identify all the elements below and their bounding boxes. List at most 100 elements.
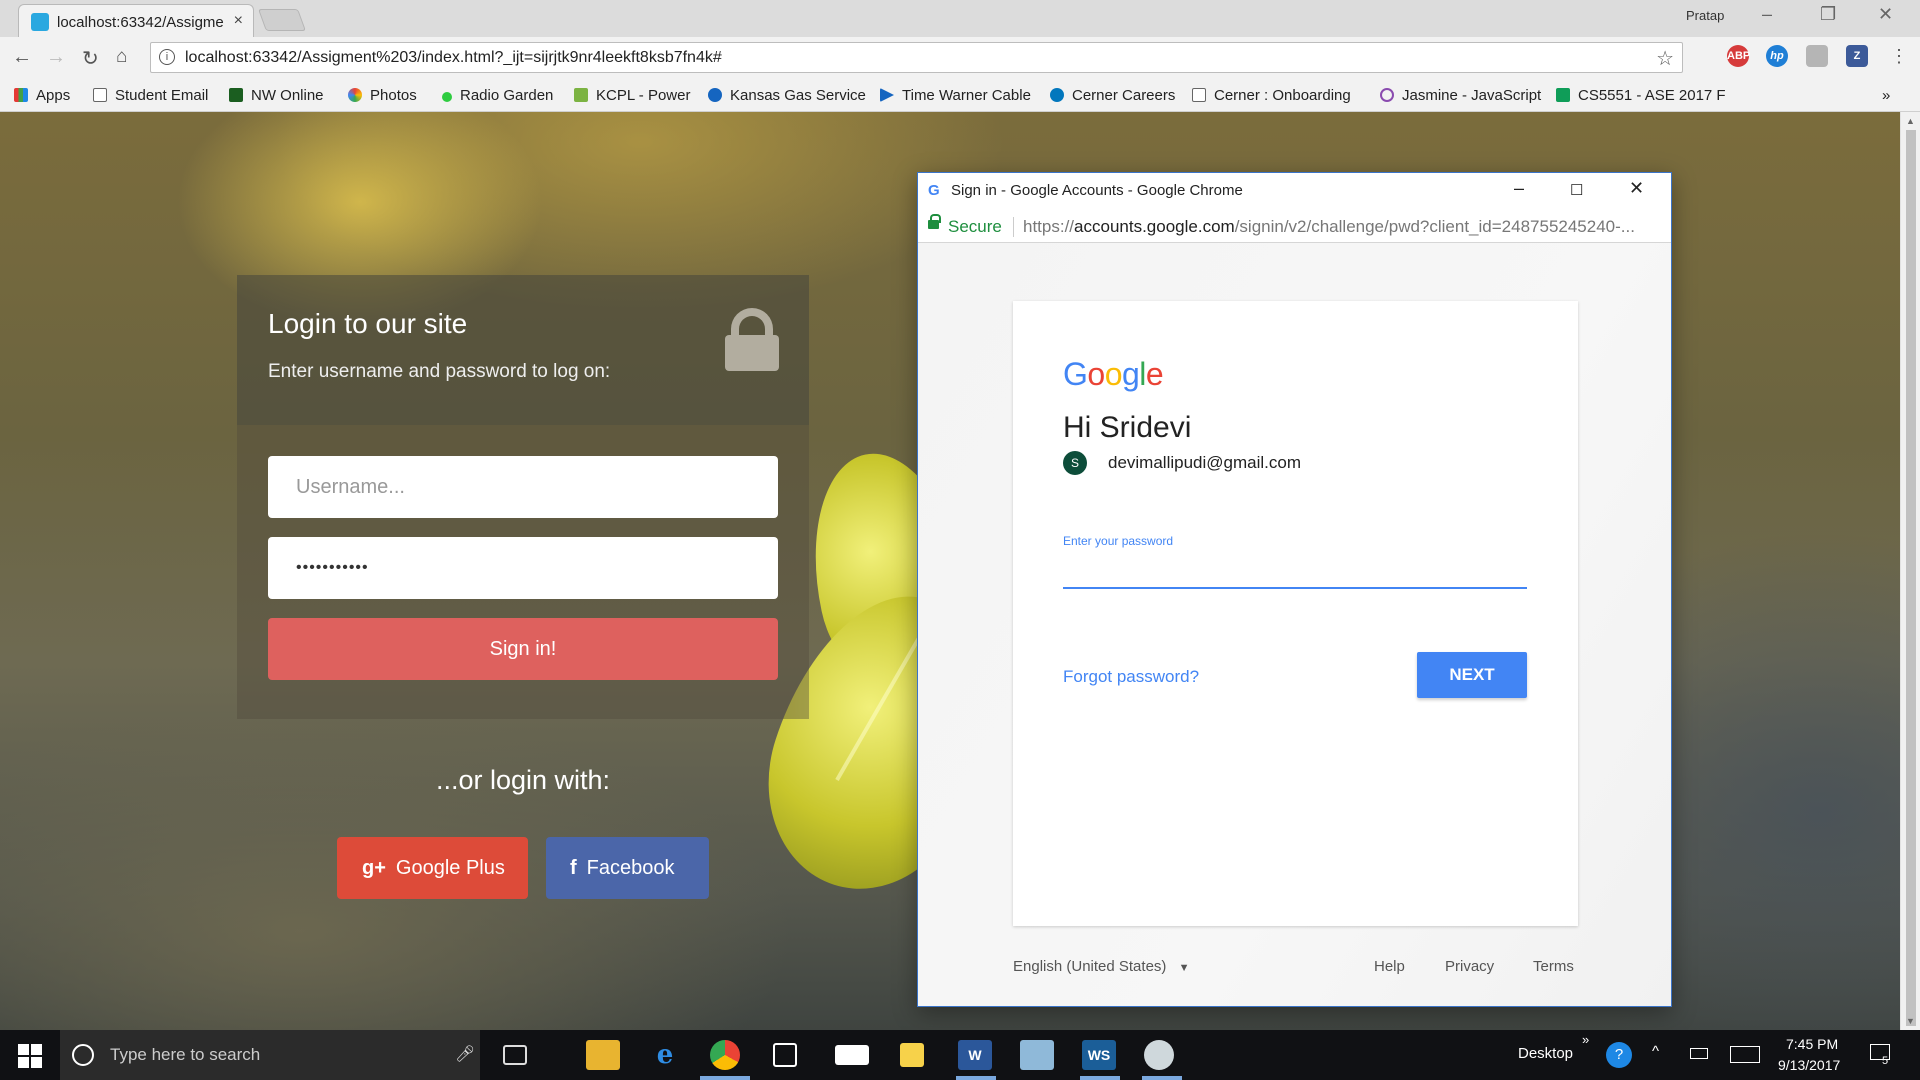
menu-icon[interactable]: ⋮: [1890, 46, 1908, 67]
mail-icon[interactable]: [835, 1045, 869, 1065]
toolbar-overflow-icon[interactable]: »: [1582, 1032, 1589, 1047]
account-email[interactable]: devimallipudi@gmail.com: [1108, 453, 1301, 473]
cortana-icon[interactable]: [72, 1044, 94, 1066]
microphone-icon[interactable]: 🎤︎: [455, 1044, 475, 1064]
help-link[interactable]: Help: [1374, 958, 1405, 975]
bookmark-radio-garden[interactable]: Radio Garden: [442, 87, 553, 104]
google-plus-icon: g+: [362, 857, 386, 879]
desktop-toolbar-label[interactable]: Desktop: [1518, 1045, 1573, 1062]
new-tab-button[interactable]: [257, 9, 307, 31]
clock-time[interactable]: 7:45 PM: [1786, 1036, 1838, 1052]
bookmark-label: CS5551 - ASE 2017 F: [1578, 87, 1726, 104]
privacy-link[interactable]: Privacy: [1445, 958, 1494, 975]
popup-url[interactable]: https://accounts.google.com/signin/v2/ch…: [1023, 217, 1663, 237]
sign-in-button[interactable]: Sign in!: [268, 618, 778, 680]
running-app-indicator: [1142, 1076, 1182, 1080]
page-scrollbar[interactable]: ▲ ▼: [1900, 112, 1920, 1030]
forward-icon[interactable]: →: [46, 46, 66, 69]
windows-start-icon[interactable]: [18, 1044, 42, 1068]
next-button[interactable]: NEXT: [1417, 652, 1527, 698]
popup-minimize-icon[interactable]: –: [1514, 178, 1524, 199]
tab-close-icon[interactable]: ×: [234, 12, 243, 30]
site-info-icon[interactable]: i: [159, 49, 175, 65]
login-title: Login to our site: [268, 308, 468, 339]
bookmark-label: Cerner : Onboarding: [1214, 87, 1351, 104]
bookmark-label: Photos: [370, 87, 417, 104]
profile-name[interactable]: Pratap: [1686, 8, 1724, 23]
chrome-icon[interactable]: [710, 1040, 740, 1070]
bookmark-time-warner[interactable]: Time Warner Cable: [880, 87, 1031, 104]
popup-titlebar: G Sign in - Google Accounts - Google Chr…: [918, 173, 1671, 209]
popup-close-icon[interactable]: ✕: [1629, 178, 1644, 199]
bookmark-cs5551[interactable]: CS5551 - ASE 2017 F: [1556, 87, 1726, 104]
zotero-icon[interactable]: Z: [1846, 45, 1868, 67]
cerner-icon: [1050, 88, 1064, 102]
address-url[interactable]: localhost:63342/Assigment%203/index.html…: [185, 49, 722, 67]
scroll-down-icon[interactable]: ▼: [1906, 1016, 1915, 1026]
restore-icon[interactable]: ❐: [1820, 4, 1836, 25]
clock-date[interactable]: 9/13/2017: [1778, 1057, 1840, 1073]
or-login-with-text: ...or login with:: [435, 765, 611, 795]
bookmark-label: NW Online: [251, 87, 324, 104]
scrollbar-thumb[interactable]: [1906, 130, 1916, 1026]
home-icon[interactable]: ⌂: [116, 46, 127, 68]
close-window-icon[interactable]: ✕: [1878, 4, 1893, 25]
google-password-field[interactable]: [1063, 559, 1527, 589]
edge-icon[interactable]: e: [648, 1040, 682, 1070]
bookmarks-bar: Apps Student Email NW Online Photos Radi…: [0, 79, 1920, 112]
show-hidden-icons[interactable]: ^: [1652, 1043, 1659, 1060]
bookmark-label: Radio Garden: [460, 87, 554, 104]
browser-tab[interactable]: localhost:63342/Assigme ×: [18, 4, 254, 37]
file-explorer-icon[interactable]: [586, 1040, 620, 1070]
forgot-password-link[interactable]: Forgot password?: [1063, 667, 1199, 687]
reload-icon[interactable]: ↻: [82, 46, 99, 71]
google-plus-button[interactable]: g+ Google Plus: [337, 837, 528, 899]
bookmark-nw-online[interactable]: NW Online: [229, 87, 324, 104]
hp-icon[interactable]: hp: [1766, 45, 1788, 67]
pdf-extension-icon[interactable]: [1806, 45, 1828, 67]
bookmarks-overflow-icon[interactable]: »: [1882, 87, 1890, 104]
bookmark-student-email[interactable]: Student Email: [93, 87, 208, 104]
webstorm-icon[interactable]: WS: [1082, 1040, 1116, 1070]
scroll-up-icon[interactable]: ▲: [1906, 116, 1915, 126]
app-icon[interactable]: [1020, 1040, 1054, 1070]
facebook-button[interactable]: f Facebook: [546, 837, 709, 899]
url-scheme: https://: [1023, 217, 1075, 236]
bookmark-apps[interactable]: Apps: [14, 87, 70, 104]
bookmark-label: Time Warner Cable: [902, 87, 1031, 104]
signin-card: Google Hi Sridevi S devimallipudi@gmail.…: [1013, 301, 1578, 926]
logo-letter: e: [1145, 356, 1164, 392]
bookmark-cerner-onboarding[interactable]: Cerner : Onboarding: [1192, 87, 1351, 104]
language-label: English (United States): [1013, 958, 1167, 975]
password-input[interactable]: •••••••••••: [268, 537, 778, 599]
bookmark-kansas-gas[interactable]: Kansas Gas Service: [708, 87, 866, 104]
username-input[interactable]: Username...: [268, 456, 778, 518]
back-icon[interactable]: ←: [12, 46, 32, 69]
windows-taskbar: Type here to search 🎤︎ e W WS Desktop » …: [0, 1030, 1920, 1080]
popup-maximize-icon[interactable]: ☐: [1570, 181, 1583, 199]
bookmark-star-icon[interactable]: ☆: [1656, 46, 1674, 71]
search-placeholder: Type here to search: [110, 1045, 261, 1064]
help-icon[interactable]: ?: [1606, 1042, 1632, 1068]
task-view-icon[interactable]: [503, 1045, 527, 1065]
adblock-icon[interactable]: ABP: [1727, 45, 1750, 67]
word-icon[interactable]: W: [958, 1040, 992, 1070]
bookmark-cerner-careers[interactable]: Cerner Careers: [1050, 87, 1175, 104]
divider: [1013, 217, 1014, 237]
bookmark-jasmine[interactable]: Jasmine - JavaScript: [1380, 87, 1541, 104]
language-selector[interactable]: English (United States) ▼: [1013, 958, 1189, 975]
terms-link[interactable]: Terms: [1533, 958, 1574, 975]
minimize-icon[interactable]: –: [1762, 4, 1772, 25]
bookmark-kcpl[interactable]: KCPL - Power: [574, 87, 690, 104]
store-icon[interactable]: [773, 1043, 797, 1067]
page-favicon-icon: [31, 13, 49, 31]
sticky-notes-icon[interactable]: [900, 1043, 924, 1067]
address-bar[interactable]: i localhost:63342/Assigment%203/index.ht…: [150, 42, 1683, 73]
bookmark-label: KCPL - Power: [596, 87, 691, 104]
keyboard-icon[interactable]: [1730, 1046, 1760, 1063]
bookmark-photos[interactable]: Photos: [348, 87, 417, 104]
taskbar-search[interactable]: Type here to search 🎤︎: [60, 1030, 480, 1080]
paint-icon[interactable]: [1144, 1040, 1174, 1070]
popup-address-bar[interactable]: Secure https://accounts.google.com/signi…: [918, 209, 1671, 243]
battery-icon[interactable]: [1690, 1048, 1708, 1059]
